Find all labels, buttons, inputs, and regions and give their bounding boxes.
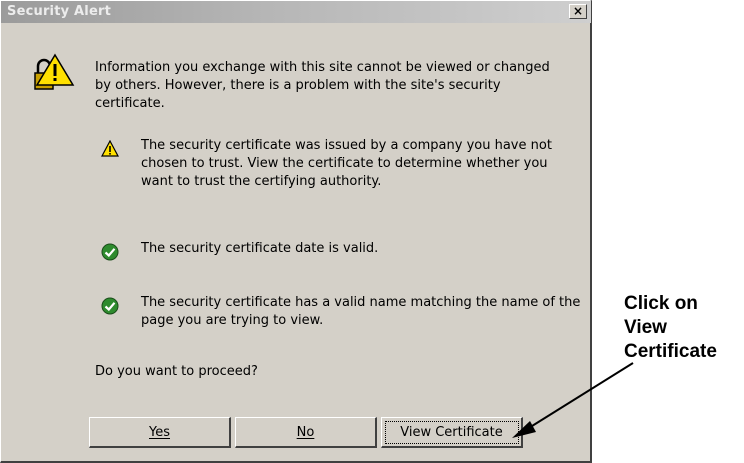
callout-arrow — [512, 362, 634, 438]
